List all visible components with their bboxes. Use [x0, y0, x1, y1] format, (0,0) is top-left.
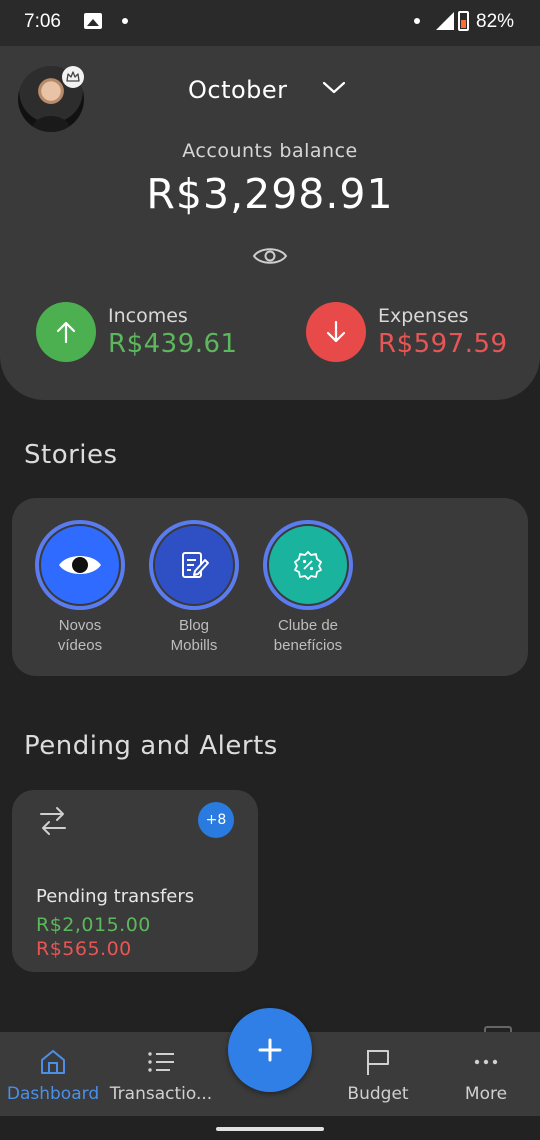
battery-percent: 82%: [476, 11, 515, 32]
nav-label: Dashboard: [6, 1084, 100, 1104]
more-dots-icon: [446, 1044, 526, 1080]
pending-amount-out: R$565.00: [36, 938, 132, 960]
expenses-value: R$597.59: [378, 329, 508, 359]
notification-dot-icon: [414, 18, 420, 24]
pending-amount-in: R$2,015.00: [36, 914, 151, 936]
nav-label: Budget: [347, 1084, 409, 1104]
incomes-summary[interactable]: Incomes R$439.61: [36, 302, 238, 362]
nav-dashboard[interactable]: Dashboard: [4, 1044, 102, 1104]
add-transaction-button[interactable]: [228, 1008, 312, 1092]
expenses-label: Expenses: [378, 305, 469, 327]
story-novos-videos[interactable]: Novos vídeos: [35, 520, 125, 656]
month-selector[interactable]: October: [188, 76, 288, 104]
nav-label: More: [464, 1084, 508, 1104]
discount-badge-icon: [269, 526, 347, 604]
incomes-value: R$439.61: [108, 329, 238, 359]
arrow-up-icon: [36, 302, 96, 362]
gallery-notification-icon: [84, 13, 102, 29]
eye-icon: [41, 526, 119, 604]
story-caption: benefícios: [273, 637, 343, 654]
flag-icon: [336, 1044, 420, 1080]
story-caption: vídeos: [57, 637, 103, 654]
story-caption: Novos: [58, 617, 102, 634]
arrow-down-icon: [306, 302, 366, 362]
list-icon: [104, 1044, 218, 1080]
signal-icon: [436, 12, 454, 30]
chevron-down-icon[interactable]: [322, 80, 346, 100]
pending-count-badge: +8: [198, 802, 234, 838]
stories-carousel: Novos vídeos Blog Mobills Clube de benefíci…: [12, 498, 528, 676]
story-caption: Blog: [178, 617, 210, 634]
balance-header: October Accounts balance R$3,298.91 Inco…: [0, 46, 540, 400]
plus-icon: [258, 1038, 282, 1062]
balance-label: Accounts balance: [182, 140, 358, 162]
incomes-label: Incomes: [108, 305, 188, 327]
status-bar: 7:06 82%: [0, 0, 540, 46]
story-caption: Mobills: [170, 637, 218, 654]
balance-value: R$3,298.91: [146, 170, 394, 218]
nav-more[interactable]: More: [446, 1044, 526, 1104]
crown-icon: [62, 66, 84, 88]
transfer-icon: [38, 804, 68, 842]
story-clube-beneficios[interactable]: Clube de benefícios: [263, 520, 353, 656]
nav-label: Transactio...: [109, 1084, 213, 1104]
stories-title: Stories: [24, 440, 118, 470]
expenses-summary[interactable]: Expenses R$597.59: [306, 302, 508, 362]
nav-transactions[interactable]: Transactio...: [104, 1044, 218, 1104]
pending-card-title: Pending transfers: [36, 886, 195, 907]
battery-icon: [458, 11, 469, 31]
story-caption: Clube de: [277, 617, 339, 634]
story-blog-mobills[interactable]: Blog Mobills: [149, 520, 239, 656]
home-icon: [4, 1044, 102, 1080]
document-edit-icon: [155, 526, 233, 604]
notification-dot-icon: [122, 18, 128, 24]
home-gesture-bar[interactable]: [216, 1127, 324, 1131]
status-time: 7:06: [24, 11, 61, 32]
eye-icon[interactable]: [252, 244, 288, 272]
pending-title: Pending and Alerts: [24, 731, 278, 761]
nav-budget[interactable]: Budget: [336, 1044, 420, 1104]
pending-transfers-card[interactable]: +8 Pending transfers R$2,015.00 R$565.00: [12, 790, 258, 972]
